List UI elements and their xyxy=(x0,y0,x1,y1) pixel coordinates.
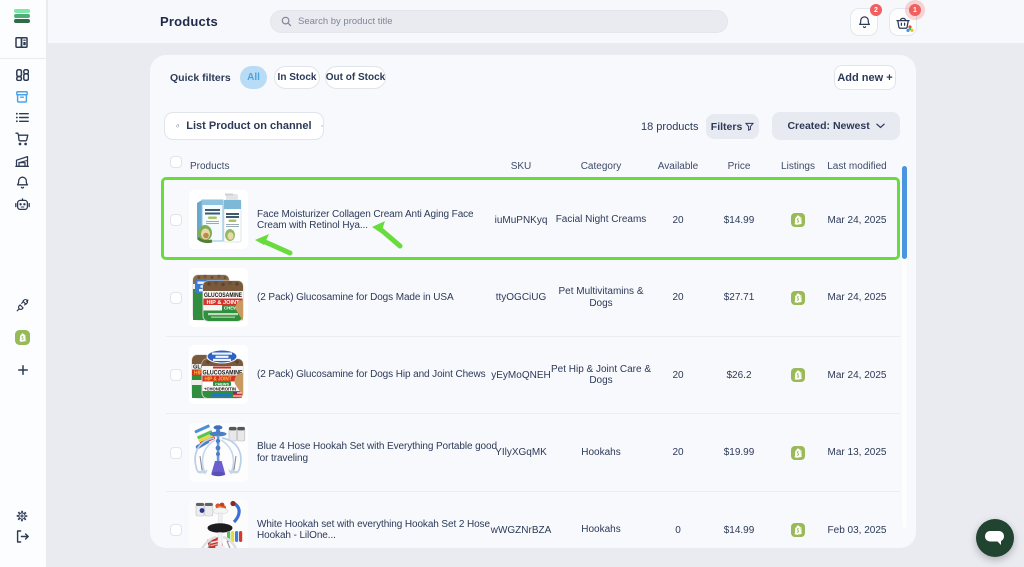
svg-text:GLUCOSAMINE: GLUCOSAMINE xyxy=(204,292,242,299)
svg-text:+CHONDROITIN: +CHONDROITIN xyxy=(204,386,237,391)
